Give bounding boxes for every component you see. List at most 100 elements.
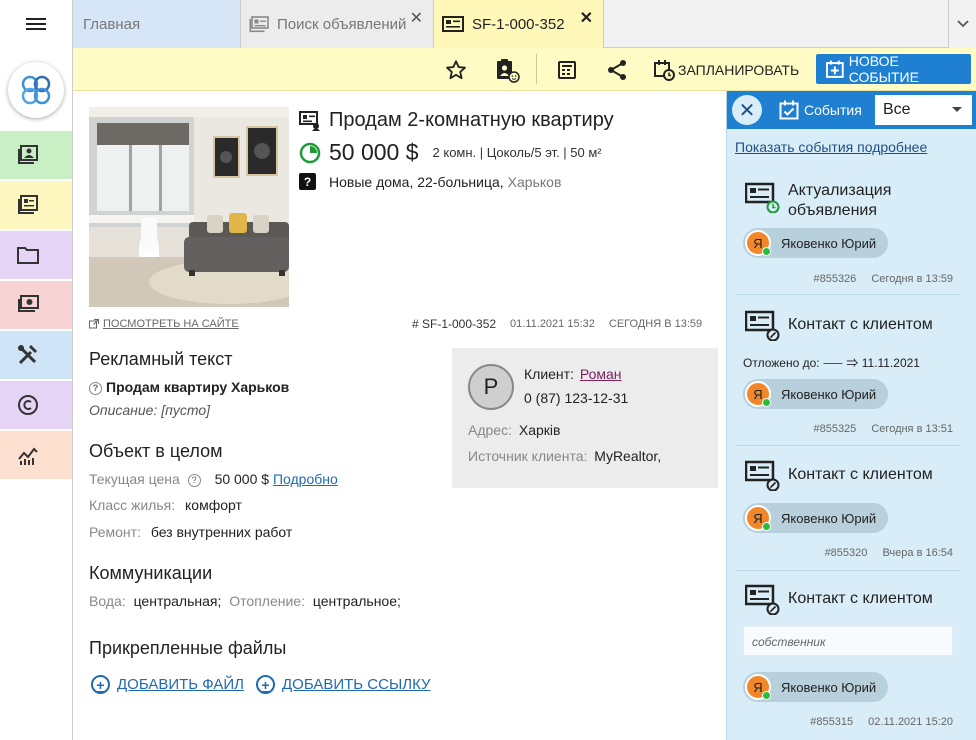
- assignee-name: Яковенко Юрий: [781, 510, 877, 526]
- client-contact-icon: [745, 310, 780, 341]
- add-file-button[interactable]: + ДОБАВИТЬ ФАЙЛ: [91, 675, 244, 694]
- tab-home[interactable]: Главная: [73, 0, 241, 48]
- listing-photo[interactable]: [89, 107, 289, 307]
- view-on-site-link[interactable]: ПОСМОТРЕТЬ НА САЙТЕ: [89, 318, 239, 330]
- event-assignee[interactable]: Я Яковенко Юрий: [743, 379, 888, 409]
- add-link-label: ДОБАВИТЬ ССЫЛКУ: [282, 676, 431, 693]
- close-icon[interactable]: ✕: [410, 8, 423, 28]
- event-id: #855315: [810, 716, 854, 728]
- toolbar: ЗАПЛАНИРОВАТЬ НОВОЕ СОБЫТИЕ: [73, 48, 976, 91]
- rail-listings-icon[interactable]: [0, 181, 72, 230]
- event-id: #855320: [824, 547, 868, 559]
- unknown-address-icon: ?: [299, 173, 316, 190]
- client-address-label: Адрес:: [468, 422, 512, 438]
- event-title: Контакт с клиентом: [788, 466, 933, 483]
- heating-label: Отопление:: [229, 593, 305, 609]
- plus-icon: +: [91, 675, 110, 694]
- tab-bar: Главная Поиск объявлений ✕ SF-1-000-352 …: [73, 0, 976, 48]
- add-link-button[interactable]: + ДОБАВИТЬ ССЫЛКУ: [256, 675, 431, 694]
- ad-headline: Продам квартиру Харьков: [106, 379, 290, 395]
- online-status-dot: [762, 522, 771, 531]
- rail-analytics-icon[interactable]: [0, 431, 72, 480]
- listing-price: 50 000 $: [329, 139, 419, 165]
- listing-meta: # SF-1-000-352 01.11.2021 15:32 СЕГОДНЯ …: [412, 317, 702, 331]
- star-icon[interactable]: [442, 56, 470, 84]
- event-time: Вчера в 16:54: [882, 547, 953, 559]
- water-label: Вода:: [89, 593, 126, 609]
- close-icon[interactable]: ✕: [580, 8, 593, 28]
- event-title: Актуализация объявления: [788, 182, 892, 219]
- event-assignee[interactable]: Я Яковенко Юрий: [743, 503, 888, 533]
- plus-icon: +: [256, 675, 275, 694]
- help-icon[interactable]: ?: [187, 473, 201, 487]
- menu-icon[interactable]: [0, 0, 72, 48]
- close-panel-icon[interactable]: ✕: [732, 95, 762, 125]
- events-filter-value: Все: [883, 101, 911, 118]
- object-title: Объект в целом: [89, 441, 223, 461]
- share-icon[interactable]: [603, 56, 631, 84]
- show-events-detailed-link[interactable]: Показать события подробнее: [735, 139, 927, 155]
- client-source-row: Источник клиента: MyRealtor,: [468, 448, 661, 464]
- event-assignee[interactable]: Я Яковенко Юрий: [743, 672, 888, 702]
- tab-listing-search[interactable]: Поиск объявлений ✕: [241, 0, 434, 48]
- listing-params: 2 комн. | Цоколь/5 эт. | 50 м²: [432, 145, 602, 160]
- client-avatar[interactable]: Р: [468, 364, 514, 410]
- event-item[interactable]: Контакт с клиентом собственник Я Яковенк…: [735, 583, 961, 733]
- new-event-button[interactable]: НОВОЕ СОБЫТИЕ: [816, 53, 971, 85]
- online-status-dot: [762, 691, 771, 700]
- client-name-link[interactable]: Роман: [580, 366, 622, 382]
- address-city: Харьков: [507, 173, 562, 190]
- calculator-icon[interactable]: [553, 56, 581, 84]
- chevron-down-icon: [952, 107, 962, 112]
- current-price-row: Текущая цена ? 50 000 $ Подробно: [89, 471, 338, 487]
- tab-search-label: Поиск объявлений: [277, 15, 407, 33]
- client-label: Клиент:: [524, 366, 574, 382]
- tab-home-label: Главная: [83, 15, 141, 33]
- events-title-label: События: [804, 102, 862, 118]
- housing-class-row: Класс жилья: комфорт: [89, 497, 242, 513]
- events-panel-title: События: [779, 100, 862, 120]
- rail-money-icon[interactable]: [0, 281, 72, 330]
- rail-tools-icon[interactable]: [0, 331, 72, 380]
- listing-code: # SF-1-000-352: [412, 317, 497, 331]
- assignee-avatar: Я: [745, 230, 771, 256]
- rail-copyright-icon[interactable]: [0, 381, 72, 430]
- event-time: Сегодня в 13:51: [871, 423, 953, 435]
- attached-files-title: Прикрепленные файлы: [89, 638, 287, 658]
- event-assignee[interactable]: Я Яковенко Юрий: [743, 228, 888, 258]
- client-phone: 0 (87) 123-12-31: [524, 390, 629, 406]
- event-item[interactable]: Контакт с клиентом Я Яковенко Юрий #8553…: [735, 459, 961, 569]
- event-time: 02.11.2021 15:20: [868, 716, 953, 728]
- external-link-icon: [89, 319, 99, 329]
- listing-updated: СЕГОДНЯ В 13:59: [608, 318, 703, 330]
- event-item[interactable]: Актуализация объявления Я Яковенко Юрий …: [735, 181, 961, 296]
- tab-listing-object[interactable]: SF-1-000-352 ✕: [434, 0, 604, 48]
- rail-folder-icon[interactable]: [0, 231, 72, 280]
- rail-contacts-icon[interactable]: [0, 131, 72, 180]
- client-address-value: Харків: [518, 422, 561, 438]
- event-comment: собственник: [743, 626, 953, 656]
- event-meta: #855320 Вчера в 16:54: [735, 547, 953, 559]
- event-id: #855325: [813, 423, 857, 435]
- price-details-link[interactable]: Подробно: [273, 471, 338, 487]
- event-item[interactable]: Контакт с клиентом Отложено до: ⸺ ⇒ 11.1…: [735, 309, 961, 439]
- help-icon[interactable]: ?: [89, 381, 102, 395]
- assignee-avatar: Я: [745, 674, 771, 700]
- client-card: Р Клиент: Роман 0 (87) 123-12-31 Адрес: …: [452, 348, 718, 488]
- view-on-site-label: ПОСМОТРЕТЬ НА САЙТЕ: [103, 318, 239, 330]
- schedule-button[interactable]: ЗАПЛАНИРОВАТЬ: [653, 55, 799, 85]
- water-value: центральная;: [133, 593, 222, 609]
- calendar-plus-icon: [826, 60, 844, 78]
- assign-client-icon[interactable]: [493, 56, 521, 84]
- event-title: Контакт с клиентом: [788, 590, 933, 607]
- tabs-dropdown-icon[interactable]: [948, 0, 976, 48]
- event-id: #855326: [813, 273, 857, 285]
- toolbar-divider: [536, 54, 537, 84]
- ad-text-title: Рекламный текст: [89, 349, 233, 369]
- client-contact-icon: [745, 460, 780, 491]
- events-filter-select[interactable]: Все: [875, 95, 972, 125]
- event-meta: #855315 02.11.2021 15:20: [735, 716, 953, 728]
- listing-created: 01.11.2021 15:32: [510, 318, 595, 330]
- app-logo[interactable]: [8, 62, 64, 118]
- price-line: 50 000 $ 2 комн. | Цоколь/5 эт. | 50 м²: [299, 139, 602, 166]
